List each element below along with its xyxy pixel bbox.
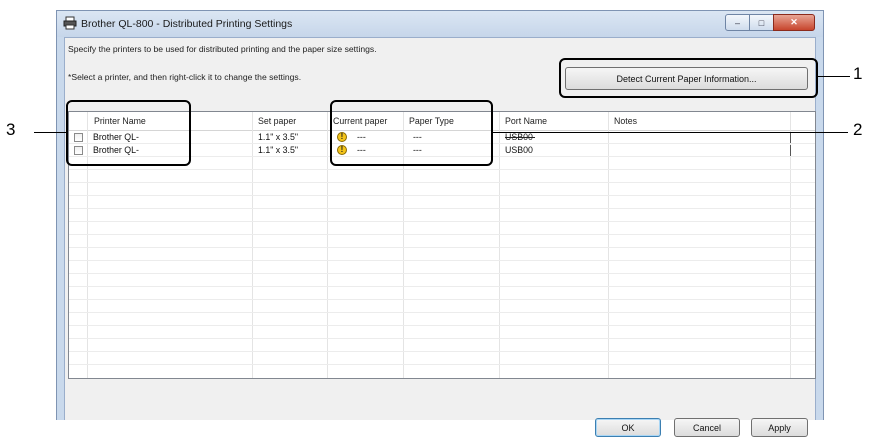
- callout-leader-1: [818, 76, 850, 77]
- col-header-port-name[interactable]: Port Name: [499, 112, 608, 130]
- apply-button[interactable]: Apply: [751, 418, 808, 437]
- apply-label: Apply: [768, 422, 791, 433]
- row-gridline: [69, 364, 815, 365]
- callout-box-paper-columns: [330, 100, 493, 166]
- port-name-cell: USB00: [505, 145, 533, 155]
- close-button[interactable]: ✕: [773, 14, 815, 31]
- row-gridline: [69, 325, 815, 326]
- row-gridline: [69, 247, 815, 248]
- row-end-marker: [790, 145, 791, 156]
- row-gridline: [69, 299, 815, 300]
- cancel-button[interactable]: Cancel: [674, 418, 740, 437]
- row-gridline: [69, 351, 815, 352]
- maximize-icon: □: [758, 17, 765, 28]
- row-gridline: [69, 260, 815, 261]
- callout-number-3: 3: [6, 120, 16, 139]
- maximize-button[interactable]: □: [749, 14, 774, 31]
- row-gridline: [69, 195, 815, 196]
- row-gridline: [69, 234, 815, 235]
- title-bar[interactable]: Brother QL-800 - Distributed Printing Se…: [57, 11, 823, 37]
- hint-text: *Select a printer, and then right-click …: [68, 72, 302, 82]
- row-gridline: [69, 312, 815, 313]
- callout-number-2: 2: [853, 120, 863, 139]
- row-gridline: [69, 286, 815, 287]
- row-gridline: [69, 208, 815, 209]
- row-gridline: [69, 169, 815, 170]
- callout-box-detect: [559, 58, 818, 98]
- callout-number-1: 1: [853, 64, 863, 83]
- cancel-label: Cancel: [692, 422, 721, 433]
- callout-box-printer-name: [66, 100, 191, 166]
- window-title: Brother QL-800 - Distributed Printing Se…: [81, 18, 293, 30]
- instruction-text: Specify the printers to be used for dist…: [68, 44, 377, 54]
- set-paper-cell: 1.1" x 3.5": [258, 145, 298, 155]
- callout-leader-3: [34, 132, 66, 133]
- callout-leader-2: [493, 132, 848, 133]
- col-header-notes[interactable]: Notes: [608, 112, 788, 130]
- ok-label: OK: [621, 422, 635, 433]
- row-gridline: [69, 338, 815, 339]
- printer-icon: [63, 16, 77, 30]
- row-gridline: [69, 273, 815, 274]
- row-gridline: [69, 182, 815, 183]
- strikethrough-mark: [505, 137, 535, 138]
- set-paper-cell: 1.1" x 3.5": [258, 132, 298, 142]
- row-gridline: [69, 221, 815, 222]
- col-header-set-paper[interactable]: Set paper: [252, 112, 327, 130]
- close-icon: ✕: [790, 17, 798, 27]
- minimize-icon: –: [734, 17, 740, 28]
- minimize-button[interactable]: –: [725, 14, 750, 31]
- ok-button[interactable]: OK: [595, 418, 661, 437]
- row-end-marker: [790, 132, 791, 143]
